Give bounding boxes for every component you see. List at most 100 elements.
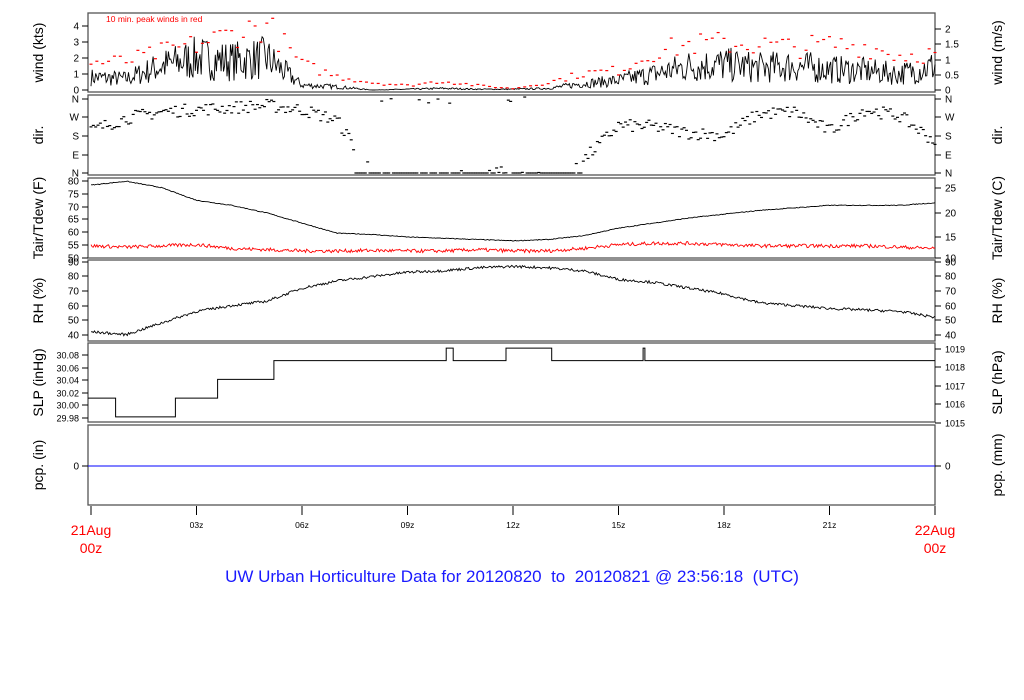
direction-point <box>619 123 623 125</box>
direction-point <box>248 100 252 103</box>
peak-wind-point <box>482 84 486 86</box>
peak-wind-point <box>722 37 726 39</box>
peak-wind-point <box>599 69 603 71</box>
direction-point <box>741 117 745 119</box>
y-axis-label: pcp. (in) <box>30 440 46 491</box>
peak-wind-point <box>89 63 93 65</box>
peak-wind-point <box>845 48 849 50</box>
peak-wind-point <box>464 82 468 85</box>
y-tick-label: 90 <box>68 258 80 269</box>
peak-wind-point <box>857 56 861 58</box>
y-tick-label: 4 <box>73 22 79 33</box>
y-tick-label-right: N <box>945 169 952 180</box>
direction-point <box>907 126 911 128</box>
direction-point <box>764 112 768 114</box>
peak-wind-point <box>529 85 533 87</box>
direction-point <box>377 172 381 174</box>
peak-wind-point <box>833 46 837 48</box>
direction-point <box>316 109 320 111</box>
peak-wind-point <box>95 60 99 62</box>
peak-wind-point <box>687 40 691 43</box>
direction-point <box>485 172 489 174</box>
y-axis-label-right: RH (%) <box>989 278 1005 324</box>
direction-point <box>696 139 700 141</box>
direction-point <box>185 113 189 115</box>
direction-point <box>722 136 726 138</box>
direction-point <box>255 103 259 106</box>
peak-wind-point <box>300 58 304 61</box>
direction-point <box>246 111 250 114</box>
peak-wind-point <box>734 45 738 48</box>
direction-point <box>621 126 625 128</box>
direction-point <box>96 124 100 126</box>
peak-wind-point <box>828 36 831 38</box>
direction-point <box>750 111 754 113</box>
direction-point <box>863 115 867 117</box>
direction-point <box>823 131 827 133</box>
direction-point <box>609 134 613 137</box>
peak-wind-point <box>206 41 210 44</box>
direction-point <box>333 115 337 117</box>
y-tick-label-right: 1018 <box>945 363 965 373</box>
direction-point <box>239 101 243 103</box>
direction-point <box>769 117 773 119</box>
direction-point <box>715 133 719 135</box>
direction-point <box>745 115 749 118</box>
peak-wind-point <box>329 74 333 77</box>
direction-point <box>703 132 707 135</box>
direction-point <box>183 103 187 105</box>
direction-point <box>262 106 266 108</box>
direction-point <box>345 129 349 131</box>
direction-point <box>699 137 703 139</box>
peak-wind-point <box>417 83 421 85</box>
peak-wind-point <box>523 86 527 88</box>
direction-point <box>119 118 123 120</box>
direction-point <box>574 162 578 165</box>
peak-wind-point <box>804 49 808 51</box>
direction-point <box>159 110 163 113</box>
direction-point <box>338 117 342 119</box>
peak-wind-point <box>277 50 281 53</box>
y-tick-label-right: 1019 <box>945 345 965 355</box>
peak-wind-point <box>218 30 222 32</box>
peak-wind-point <box>359 80 363 83</box>
direction-point <box>305 113 309 115</box>
direction-point <box>642 126 646 128</box>
peak-wind-point <box>136 49 140 51</box>
direction-point <box>122 116 126 118</box>
peak-wind-point <box>183 43 187 45</box>
peak-wind-point <box>452 83 456 85</box>
y-tick-label: 60 <box>68 302 80 313</box>
direction-point <box>617 121 620 124</box>
peak-wind-point <box>241 36 245 38</box>
direction-point <box>190 112 194 115</box>
direction-point <box>654 122 658 124</box>
direction-point <box>223 112 227 114</box>
peak-wind-point <box>839 38 843 40</box>
peak-wind-point <box>558 78 562 80</box>
peak-wind-point <box>546 83 550 85</box>
direction-point <box>319 120 323 122</box>
x-tick-label: 15z <box>612 520 626 530</box>
direction-point <box>839 125 843 127</box>
panel-rh <box>82 259 941 342</box>
peak-wind-point <box>101 63 105 65</box>
direction-point <box>933 143 937 146</box>
direction-point <box>614 130 618 133</box>
direction-point <box>581 160 585 162</box>
direction-point <box>760 116 764 119</box>
direction-point <box>572 172 576 174</box>
y-tick-label: 30.06 <box>56 364 79 374</box>
peak-wind-point <box>388 83 392 85</box>
peak-wind-point <box>622 69 626 72</box>
peak-wind-point <box>476 83 480 86</box>
direction-point <box>150 118 154 120</box>
peak-wind-point <box>335 74 339 76</box>
y-tick-label: 60 <box>68 228 80 239</box>
direction-point <box>284 111 288 114</box>
direction-point <box>905 114 909 116</box>
peak-wind-point <box>458 83 462 85</box>
direction-point <box>436 98 440 100</box>
peak-wind-point <box>200 42 204 44</box>
direction-point <box>706 137 710 139</box>
